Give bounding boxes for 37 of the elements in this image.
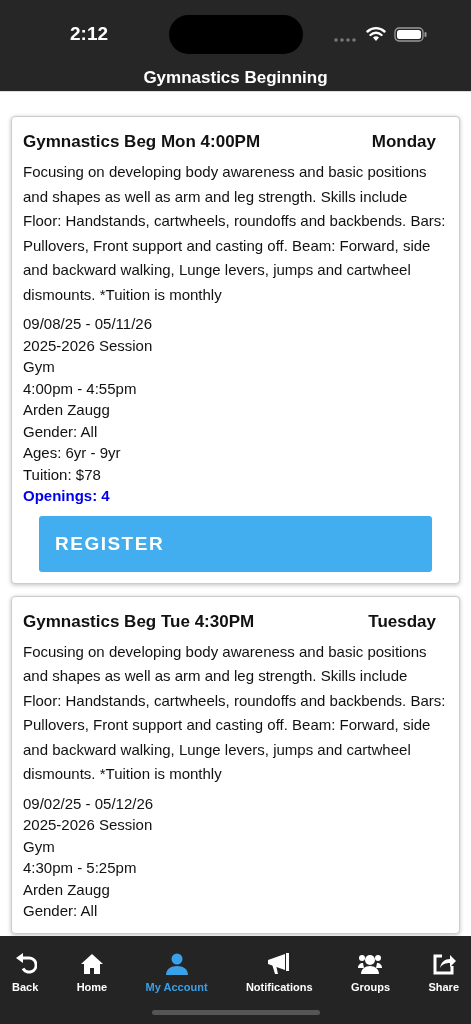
class-detail: Arden Zaugg — [23, 879, 111, 900]
tab-item[interactable]: Groups — [346, 952, 395, 993]
class-title: Gymnastics Beg Tue 4:30PM — [23, 611, 255, 632]
class-day: Tuesday — [368, 611, 436, 632]
status-time: 2:12 — [70, 23, 109, 45]
tab-item[interactable]: Notifications — [241, 952, 317, 993]
megaphone-icon — [267, 952, 292, 976]
class-detail: Gym — [23, 836, 56, 857]
class-detail: 09/08/25 - 05/11/26 — [23, 314, 153, 334]
class-title: Gymnastics Beg Mon 4:00PM — [23, 132, 261, 152]
class-detail: 09/02/25 - 05/12/26 — [23, 793, 155, 814]
home-icon — [79, 952, 104, 976]
class-detail: 2025-2026 Session — [23, 335, 154, 356]
class-detail: Ages: 6yr - 9yr — [23, 443, 122, 463]
tab-item[interactable]: Home — [72, 952, 112, 993]
class-detail: 4:00pm - 4:55pm — [23, 378, 138, 399]
class-description: Focusing on developing body awareness and basic positions and shapes as well as arm and leg strength. Skills include Floor: Handstands, cartwheels, roundoffs and backbends. Bars: Pullovers, Front support and casting off. Beam: Forward, side and backward walking, Lunge levers, jumps and cartwheel dismounts. *Tuition is monthly — [23, 641, 447, 784]
class-detail: 2025-2026 Session — [23, 815, 154, 835]
class-detail: Gender: All — [23, 421, 99, 442]
class-detail: Gym — [23, 357, 56, 377]
openings-count: Openings: 4 — [23, 486, 111, 506]
share-icon — [431, 952, 456, 976]
group-icon — [358, 952, 383, 976]
page-title: Gymnastics Beginning — [142, 67, 329, 88]
wifi-icon — [366, 26, 386, 41]
battery-icon — [394, 27, 428, 42]
signal-icon — [334, 38, 358, 42]
class-day: Monday — [371, 132, 436, 152]
class-description: Focusing on developing body awareness and basic positions and shapes as well as arm and leg strength. Skills include Floor: Handstands, cartwheels, roundoffs and backbends. Bars: Pullovers, Front support and casting off. Beam: Forward, side and backward walking, Lunge levers, jumps and cartwheel dismounts. *Tuition is monthly — [23, 162, 447, 305]
class-detail: 4:30pm - 5:25pm — [23, 858, 138, 878]
class-detail: Arden Zaugg — [23, 400, 111, 420]
tab-item[interactable]: My Account — [141, 952, 212, 993]
class-detail: Gender: All — [23, 901, 99, 921]
tab-item[interactable]: Share — [424, 952, 463, 993]
person-icon — [164, 952, 189, 976]
class-detail: Tuition: $78 — [23, 464, 102, 485]
tab-item[interactable]: Back — [8, 952, 43, 993]
